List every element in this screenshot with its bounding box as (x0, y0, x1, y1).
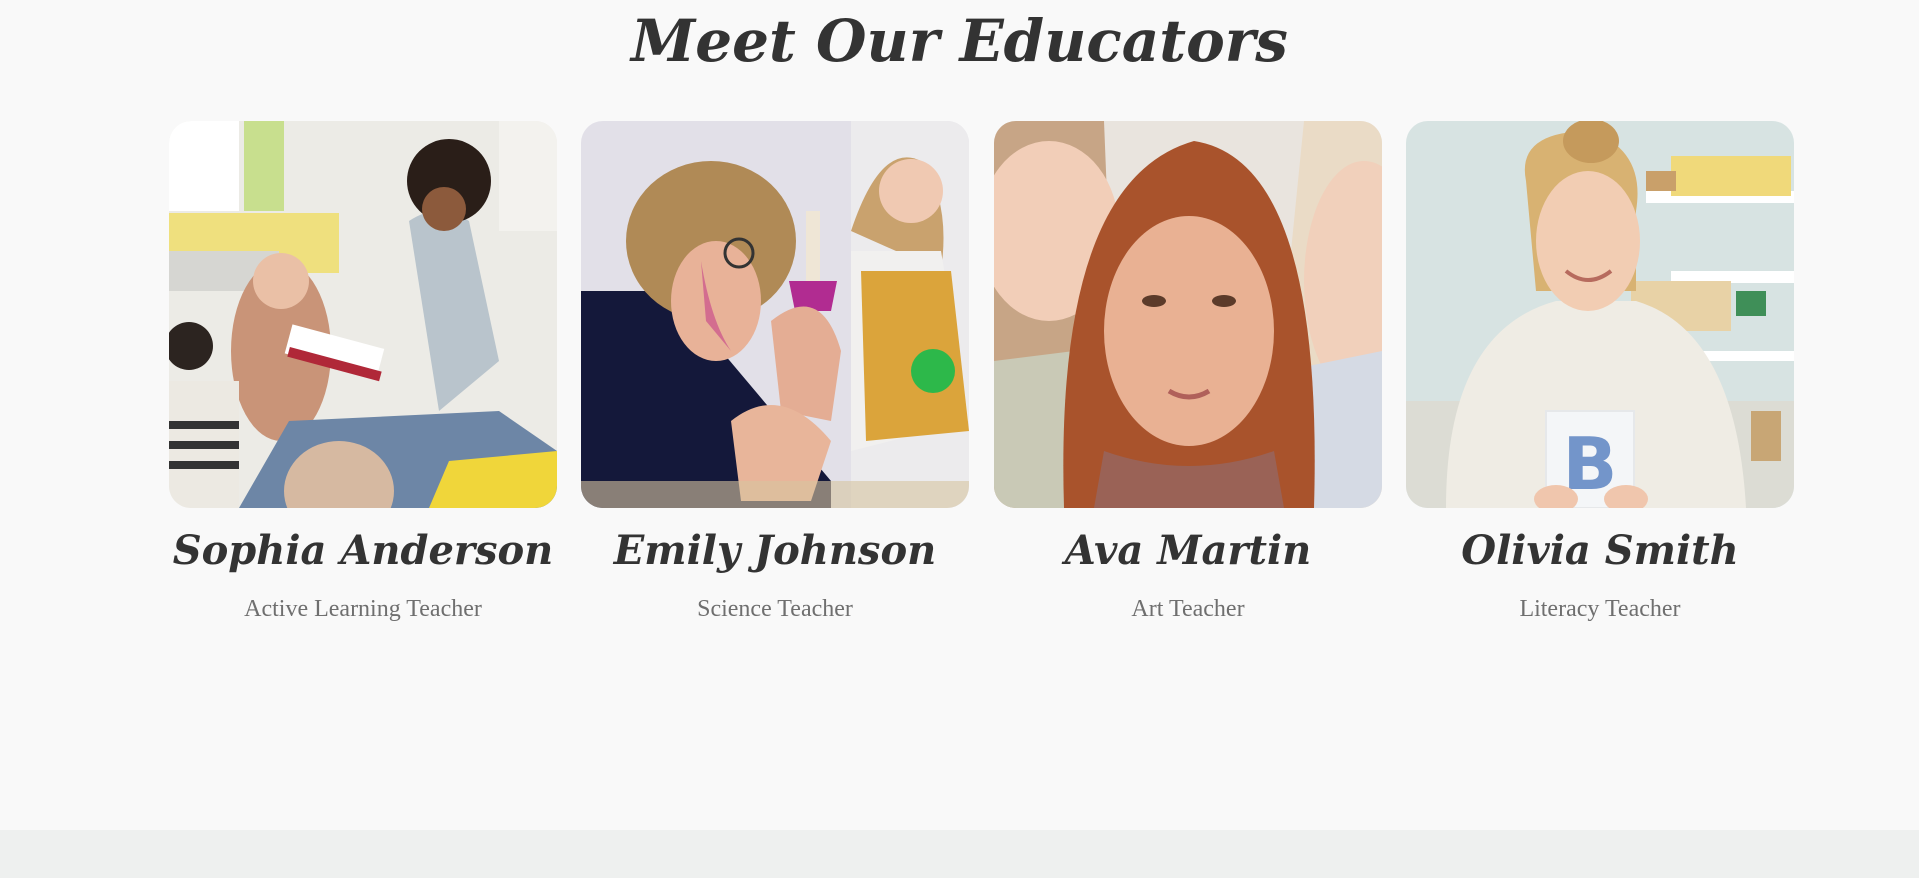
educator-name: Olivia Smith (1461, 527, 1739, 574)
photo-teacher-closeup (994, 121, 1382, 508)
educator-name: Sophia Anderson (172, 527, 554, 574)
section-title: Meet Our Educators (631, 7, 1288, 75)
educator-role: Literacy Teacher (1519, 596, 1681, 622)
educator-photo: B (1406, 121, 1794, 508)
educator-role: Art Teacher (1131, 596, 1245, 622)
educator-card: Emily Johnson Science Teacher (581, 121, 969, 641)
educator-name: Emily Johnson (613, 527, 937, 574)
photo-teacher-reading (169, 121, 557, 508)
educator-photo (581, 121, 969, 508)
photo-teacher-bell (581, 121, 969, 508)
educator-card: Sophia Anderson Active Learning Teacher (169, 121, 557, 641)
page: Meet Our Educators Sophia Anderson Activ… (0, 0, 1919, 878)
educator-role: Science Teacher (697, 596, 853, 622)
footer-band (0, 830, 1919, 878)
photo-teacher-letter-card: B (1406, 121, 1794, 508)
educator-cards: Sophia Anderson Active Learning Teacher (169, 121, 1794, 641)
educator-role: Active Learning Teacher (244, 596, 482, 622)
educator-photo (169, 121, 557, 508)
educator-name: Ava Martin (1064, 527, 1312, 574)
educator-photo (994, 121, 1382, 508)
educator-card: B Olivia Smith Literacy Teacher (1406, 121, 1794, 641)
educator-card: Ava Martin Art Teacher (994, 121, 1382, 641)
